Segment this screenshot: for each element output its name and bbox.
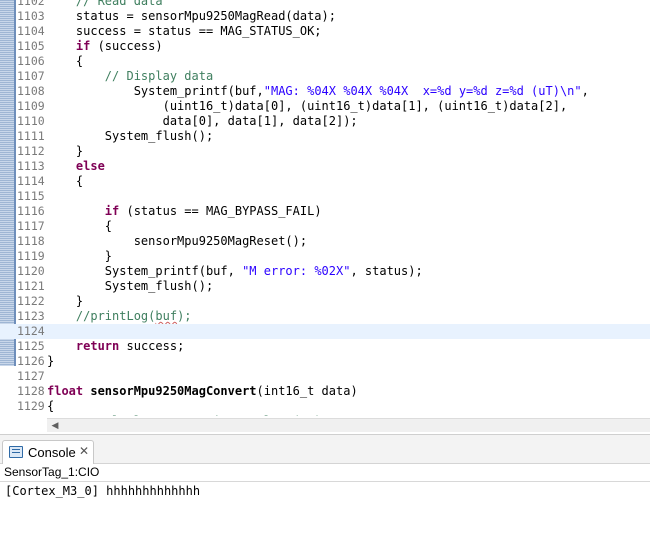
line-number: 1127: [17, 369, 45, 383]
code-text: if (success): [75, 39, 163, 53]
console-name: SensorTag_1:CIO: [4, 465, 100, 479]
code-line[interactable]: 1116 if (status == MAG_BYPASS_FAIL): [0, 204, 650, 219]
code-text: // Read data: [47, 0, 163, 8]
code-line[interactable]: 1121 System_flush();: [0, 279, 650, 294]
code-line[interactable]: 1108 System_printf(buf,"MAG: %04X %04X %…: [0, 84, 650, 99]
code-line[interactable]: 1128 float sensorMpu9250MagConvert(int16_…: [0, 384, 650, 399]
line-number: 1126: [17, 354, 45, 368]
editor-horizontal-scrollbar[interactable]: ◀: [47, 418, 650, 432]
line-number: 1129: [17, 399, 45, 413]
code-editor[interactable]: 1102 // Read data 1103 status = sensorMpu…: [0, 0, 650, 416]
code-line[interactable]: 1110 data[0], data[1], data[2]);: [0, 114, 650, 129]
code-text: System_printf(buf,"MAG: %04X %04X %04X x…: [47, 84, 589, 98]
line-number: 1108: [17, 84, 45, 98]
code-line[interactable]: 1107 // Display data: [0, 69, 650, 84]
code-line[interactable]: 1105 if (success): [0, 39, 650, 54]
code-line[interactable]: 1127: [0, 369, 650, 384]
code-text: }: [47, 354, 55, 368]
divider: [0, 481, 650, 482]
line-number: 1103: [17, 9, 45, 23]
line-number: 1105: [17, 39, 45, 53]
code-text: float sensorMpu9250MagConvert(int16_t da…: [47, 384, 358, 398]
line-number: 1116: [17, 204, 45, 218]
code-text: System_printf(buf, "M error: %02X", stat…: [47, 264, 423, 278]
line-number: 1118: [17, 234, 45, 248]
line-number: 1123: [17, 309, 45, 323]
code-text: System_flush();: [47, 279, 214, 293]
code-line[interactable]: 1123 //printLog(buf);: [0, 309, 650, 324]
line-number: 1111: [17, 129, 45, 143]
line-number: 1113: [17, 159, 45, 173]
line-number: 1122: [17, 294, 45, 308]
code-line[interactable]: 1114 {: [0, 174, 650, 189]
code-text: {: [47, 399, 55, 413]
code-text: return success;: [75, 339, 185, 353]
line-number: 1124: [17, 324, 45, 338]
line-number: 1120: [17, 264, 45, 278]
code-line[interactable]: 1120 System_printf(buf, "M error: %02X",…: [0, 264, 650, 279]
console-output[interactable]: [Cortex_M3_0] hhhhhhhhhhhhh: [5, 484, 200, 499]
code-text: status = sensorMpu9250MagRead(data);: [47, 9, 336, 23]
code-text: else: [75, 159, 105, 173]
code-text: data[0], data[1], data[2]);: [47, 114, 358, 128]
code-text: }: [47, 294, 84, 308]
code-line[interactable]: 1117 {: [0, 219, 650, 234]
line-number: 1109: [17, 99, 45, 113]
close-icon[interactable]: ✕: [79, 444, 89, 458]
code-line[interactable]: 1112 }: [0, 144, 650, 159]
console-tab-bar: Console ✕: [0, 435, 650, 464]
line-number: 1104: [17, 24, 45, 38]
line-number: 1112: [17, 144, 45, 158]
line-number: 1106: [17, 54, 45, 68]
tab-console[interactable]: Console ✕: [2, 440, 94, 464]
line-number: 1102: [17, 0, 45, 8]
line-number: 1107: [17, 69, 45, 83]
code-line[interactable]: 1115: [0, 189, 650, 204]
code-line[interactable]: 1119 }: [0, 249, 650, 264]
code-text: // calculate magnetic results (uT): [47, 414, 322, 416]
code-text: //printLog(buf);: [75, 309, 192, 323]
console-icon: [9, 446, 23, 458]
code-text: {: [47, 54, 84, 68]
code-text: {: [47, 219, 113, 233]
code-line[interactable]: 1124: [0, 324, 650, 339]
code-line[interactable]: 1122 }: [0, 294, 650, 309]
code-text: // Display data: [104, 69, 214, 83]
line-number: 1130: [17, 414, 45, 416]
code-text: sensorMpu9250MagReset();: [47, 234, 308, 248]
code-line[interactable]: 1103 status = sensorMpu9250MagRead(data)…: [0, 9, 650, 24]
line-number: 1110: [17, 114, 45, 128]
line-number: 1119: [17, 249, 45, 263]
code-text: (uint16_t)data[0], (uint16_t)data[1], (u…: [47, 99, 568, 113]
console-tab-label: Console: [28, 445, 76, 460]
code-line[interactable]: 1104 success = status == MAG_STATUS_OK;: [0, 24, 650, 39]
code-line[interactable]: 1125 return success;: [0, 339, 650, 354]
line-number: 1115: [17, 189, 45, 203]
line-number: 1128: [17, 384, 45, 398]
code-line[interactable]: 1113 else: [0, 159, 650, 174]
line-number: 1121: [17, 279, 45, 293]
code-line[interactable]: 1111 System_flush();: [0, 129, 650, 144]
code-text: {: [47, 174, 84, 188]
line-number: 1117: [17, 219, 45, 233]
code-text: if (status == MAG_BYPASS_FAIL): [104, 204, 322, 218]
code-lines[interactable]: 1102 // Read data 1103 status = sensorMpu…: [0, 0, 650, 416]
code-text: }: [47, 144, 84, 158]
code-text: }: [47, 249, 113, 263]
line-number: 1125: [17, 339, 45, 353]
code-text: System_flush();: [47, 129, 214, 143]
code-text: success = status == MAG_STATUS_OK;: [47, 24, 322, 38]
code-line[interactable]: 1118 sensorMpu9250MagReset();: [0, 234, 650, 249]
code-line[interactable]: 1102 // Read data: [0, 0, 650, 9]
code-line[interactable]: 1130 // calculate magnetic results (uT): [0, 414, 650, 416]
code-line[interactable]: 1129{: [0, 399, 650, 414]
code-line[interactable]: 1126}: [0, 354, 650, 369]
scroll-left-arrow-icon[interactable]: ◀: [49, 420, 61, 432]
code-line[interactable]: 1109 (uint16_t)data[0], (uint16_t)data[1…: [0, 99, 650, 114]
line-number: 1114: [17, 174, 45, 188]
code-line[interactable]: 1106 {: [0, 54, 650, 69]
